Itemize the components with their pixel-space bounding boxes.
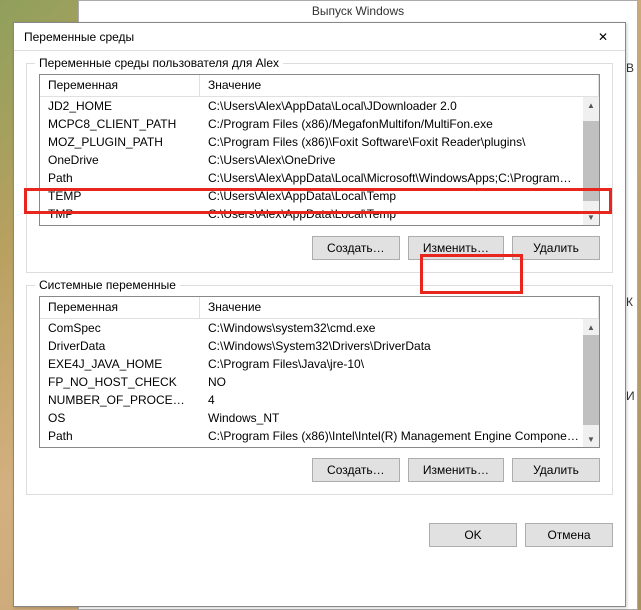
cell-value: C:\Users\Alex\AppData\Local\Microsoft\Wi…	[200, 170, 599, 186]
scrollbar-thumb[interactable]	[583, 121, 599, 201]
cell-variable: ComSpec	[40, 320, 200, 336]
sys-vars-table[interactable]: Переменная Значение ComSpecC:\Windows\sy…	[39, 296, 600, 448]
col-value[interactable]: Значение	[200, 297, 599, 318]
background-window-title: Выпуск Windows	[312, 4, 404, 18]
env-vars-dialog: Переменные среды ✕ Переменные среды поль…	[13, 22, 626, 607]
table-row[interactable]: TMPC:\Users\Alex\AppData\Local\Temp	[40, 205, 599, 223]
scrollbar[interactable]: ▲ ▼	[583, 97, 599, 225]
col-value[interactable]: Значение	[200, 75, 599, 96]
dialog-button-row: OK Отмена	[14, 515, 625, 559]
cell-value: C:\Windows\system32\cmd.exe	[200, 320, 599, 336]
close-button[interactable]: ✕	[583, 24, 623, 50]
cancel-button[interactable]: Отмена	[525, 523, 613, 547]
user-vars-group: Переменные среды пользователя для Alex П…	[26, 63, 613, 273]
user-create-button[interactable]: Создать…	[312, 236, 400, 260]
user-edit-button[interactable]: Изменить…	[408, 236, 504, 260]
cell-value: C:\Users\Alex\AppData\Local\Temp	[200, 206, 599, 222]
dialog-content: Переменные среды пользователя для Alex П…	[14, 51, 625, 515]
sys-edit-button[interactable]: Изменить…	[408, 458, 504, 482]
table-row[interactable]: OneDriveC:\Users\Alex\OneDrive	[40, 151, 599, 169]
cell-variable: Path	[40, 170, 200, 186]
sys-vars-label: Системные переменные	[35, 278, 180, 292]
cell-variable: MOZ_PLUGIN_PATH	[40, 134, 200, 150]
table-row[interactable]: DriverDataC:\Windows\System32\Drivers\Dr…	[40, 337, 599, 355]
table-row[interactable]: FP_NO_HOST_CHECKNO	[40, 373, 599, 391]
user-vars-table[interactable]: Переменная Значение JD2_HOMEC:\Users\Ale…	[39, 74, 600, 226]
sys-button-row: Создать… Изменить… Удалить	[39, 458, 600, 482]
ok-button[interactable]: OK	[429, 523, 517, 547]
cell-variable: JD2_HOME	[40, 98, 200, 114]
table-row[interactable]: OSWindows_NT	[40, 409, 599, 427]
scroll-down-icon[interactable]: ▼	[583, 209, 599, 225]
table-row[interactable]: PathC:\Users\Alex\AppData\Local\Microsof…	[40, 169, 599, 187]
cell-variable: OS	[40, 410, 200, 426]
cell-value: C:\Program Files (x86)\Intel\Intel(R) Ma…	[200, 428, 599, 444]
scrollbar-thumb[interactable]	[583, 335, 599, 425]
dialog-titlebar: Переменные среды ✕	[14, 23, 625, 51]
user-vars-body: JD2_HOMEC:\Users\Alex\AppData\Local\JDow…	[40, 97, 599, 226]
cell-variable: TEMP	[40, 188, 200, 204]
scroll-up-icon[interactable]: ▲	[583, 319, 599, 335]
sys-vars-body: ComSpecC:\Windows\system32\cmd.exeDriver…	[40, 319, 599, 448]
table-row[interactable]: MOZ_PLUGIN_PATHC:\Program Files (x86)\Fo…	[40, 133, 599, 151]
cell-variable: OneDrive	[40, 152, 200, 168]
cell-variable: DriverData	[40, 338, 200, 354]
close-icon: ✕	[598, 30, 608, 44]
cell-value: C:\Program Files\Java\jre-10\	[200, 356, 599, 372]
cell-value: C:\Program Files (x86)\Foxit Software\Fo…	[200, 134, 599, 150]
cell-variable: Path	[40, 428, 200, 444]
table-header: Переменная Значение	[40, 297, 599, 319]
table-row[interactable]: ComSpecC:\Windows\system32\cmd.exe	[40, 319, 599, 337]
table-row[interactable]: NUMBER_OF_PROCESSORS4	[40, 391, 599, 409]
col-variable[interactable]: Переменная	[40, 297, 200, 318]
user-button-row: Создать… Изменить… Удалить	[39, 236, 600, 260]
cell-value: C:\Users\Alex\OneDrive	[200, 152, 599, 168]
cell-value: Windows_NT	[200, 410, 599, 426]
scroll-up-icon[interactable]: ▲	[583, 97, 599, 113]
cell-value: C:\Windows\System32\Drivers\DriverData	[200, 338, 599, 354]
sys-delete-button[interactable]: Удалить	[512, 458, 600, 482]
sys-create-button[interactable]: Создать…	[312, 458, 400, 482]
table-row[interactable]: TEMPC:\Users\Alex\AppData\Local\Temp	[40, 187, 599, 205]
scroll-down-icon[interactable]: ▼	[583, 431, 599, 447]
table-row[interactable]: PathC:\Program Files (x86)\Intel\Intel(R…	[40, 427, 599, 445]
cell-variable: NUMBER_OF_PROCESSORS	[40, 392, 200, 408]
cell-value: NO	[200, 374, 599, 390]
cell-value: 4	[200, 392, 599, 408]
col-variable[interactable]: Переменная	[40, 75, 200, 96]
user-vars-label: Переменные среды пользователя для Alex	[35, 56, 283, 70]
table-header: Переменная Значение	[40, 75, 599, 97]
cell-variable: MCPC8_CLIENT_PATH	[40, 116, 200, 132]
cell-variable: TMP	[40, 206, 200, 222]
user-delete-button[interactable]: Удалить	[512, 236, 600, 260]
table-row[interactable]: MCPC8_CLIENT_PATHC:/Program Files (x86)/…	[40, 115, 599, 133]
cell-value: C:\Users\Alex\AppData\Local\JDownloader …	[200, 98, 599, 114]
table-row[interactable]: JD2_HOMEC:\Users\Alex\AppData\Local\JDow…	[40, 97, 599, 115]
table-row[interactable]: EXE4J_JAVA_HOMEC:\Program Files\Java\jre…	[40, 355, 599, 373]
sys-vars-group: Системные переменные Переменная Значение…	[26, 285, 613, 495]
dialog-title: Переменные среды	[24, 30, 134, 44]
cell-variable: EXE4J_JAVA_HOME	[40, 356, 200, 372]
cell-value: C:/Program Files (x86)/MegafonMultifon/M…	[200, 116, 599, 132]
cell-variable: FP_NO_HOST_CHECK	[40, 374, 200, 390]
cell-value: C:\Users\Alex\AppData\Local\Temp	[200, 188, 599, 204]
scrollbar[interactable]: ▲ ▼	[583, 319, 599, 447]
